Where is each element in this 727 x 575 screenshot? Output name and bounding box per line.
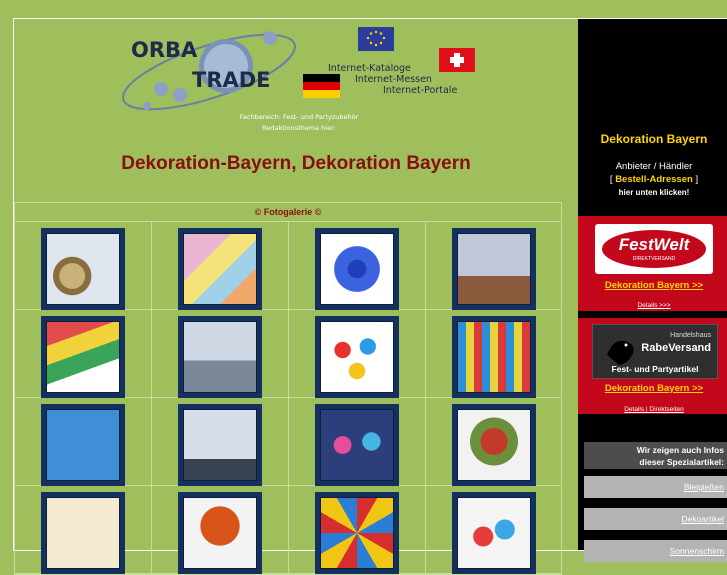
product-photo: [183, 233, 257, 305]
gallery-thumb-candle-arrangement[interactable]: [178, 316, 262, 398]
tagline-kataloge: Internet-Kataloge: [328, 63, 411, 74]
gallery-thumb-party-decoration[interactable]: [315, 404, 399, 486]
gallery-cell: [15, 398, 152, 486]
page: ORBA TRADE Internet-Kataloge Internet-Me…: [4, 4, 727, 575]
gallery-thumb-glass-vases[interactable]: [41, 228, 125, 310]
product-photo: [457, 233, 531, 305]
gallery-thumb-champagne-glasses[interactable]: [41, 492, 125, 574]
rabe-brand-sub: Fest- und Partyartikel: [612, 364, 699, 374]
gallery-thumb-tissue-paper-colors[interactable]: [178, 228, 262, 310]
sidebar-sub-bestell: [ Bestell-Adressen ]: [578, 173, 727, 186]
orba-trade-logo[interactable]: ORBA TRADE: [114, 21, 324, 123]
main-column: ORBA TRADE Internet-Kataloge Internet-Me…: [14, 19, 578, 575]
gallery-cell: [152, 398, 289, 486]
sidebar-sub-click: hier unten klicken!: [618, 188, 690, 197]
content-frame: ORBA TRADE Internet-Kataloge Internet-Me…: [13, 18, 727, 575]
product-photo: [457, 409, 531, 481]
logo-word-trade: TRADE: [192, 68, 271, 92]
gallery-thumb-champagne-bottles[interactable]: [41, 404, 125, 486]
gallery-cell: [426, 398, 561, 486]
gallery-grid: [15, 222, 561, 574]
bestell-adressen-link[interactable]: Bestell-Adressen: [615, 174, 693, 185]
festwelt-promo: FestWelt DIREKTVERSAND Dekoration Bayern…: [578, 216, 727, 311]
rabe-dekoration-link[interactable]: Dekoration Bayern >>: [605, 383, 703, 394]
gallery-cell: [289, 398, 426, 486]
product-photo: [320, 409, 394, 481]
header: ORBA TRADE Internet-Kataloge Internet-Me…: [14, 19, 578, 139]
product-photo: [457, 497, 531, 569]
bracket-open: [: [609, 174, 613, 185]
rabeversand-logo[interactable]: Handelshaus RabeVersand Fest- und Partya…: [592, 324, 718, 379]
festwelt-details-wrap: Details >>>: [578, 294, 727, 312]
rabe-brand: RabeVersand: [641, 342, 711, 354]
gallery-cell: [426, 222, 561, 310]
rabe-details-link[interactable]: Details | Direktseiten: [624, 406, 684, 413]
gallery-thumb-crepe-paper-rolls[interactable]: [41, 316, 125, 398]
gallery-cell: [152, 310, 289, 398]
gallery-thumb-blue-paper-fan[interactable]: [315, 228, 399, 310]
festwelt-logo[interactable]: FestWelt DIREKTVERSAND: [595, 224, 713, 274]
info-line-2: dieser Spezialartikel:: [639, 457, 724, 467]
gallery-thumb-paper-garland[interactable]: [452, 316, 536, 398]
rabeversand-promo: Handelshaus RabeVersand Fest- und Partya…: [578, 318, 727, 414]
note-fachbereich: Fachbereich: Fest- und Partyzubehör: [239, 113, 359, 121]
gallery-cell: [289, 486, 426, 574]
taglines: Internet-Kataloge Internet-Messen Intern…: [326, 63, 457, 96]
dekoartikel-button[interactable]: Dekoartikel: [584, 508, 727, 530]
product-photo: [320, 497, 394, 569]
bleigiessen-button[interactable]: Bleigießen: [584, 476, 727, 498]
product-photo: [183, 497, 257, 569]
gallery-cell: [15, 222, 152, 310]
sidebar-intro: Anbieter / Händler [ Bestell-Adressen ] …: [578, 160, 727, 199]
gallery-thumb-candle-holder[interactable]: [452, 228, 536, 310]
gallery-cell: [289, 310, 426, 398]
gallery-cell: [15, 486, 152, 574]
gallery-thumb-party-balloons[interactable]: [315, 316, 399, 398]
gallery-cell: [152, 222, 289, 310]
rabe-details-wrap: Details | Direktseiten: [578, 398, 727, 416]
photo-gallery: © Fotogalerie ©: [14, 202, 562, 575]
gallery-thumb-red-candles[interactable]: [452, 404, 536, 486]
rabe-link-wrap: Dekoration Bayern >>: [578, 378, 727, 396]
product-photo: [46, 233, 120, 305]
sidebar-heading: Dekoration Bayern: [600, 132, 708, 146]
gallery-thumb-flower-arrangement[interactable]: [178, 492, 262, 574]
gallery-thumb-glass-vase-stones[interactable]: [178, 404, 262, 486]
product-photo: [457, 321, 531, 393]
festwelt-brand-sub: DIREKTVERSAND: [633, 256, 676, 262]
bracket-close: ]: [695, 174, 699, 185]
rabe-brand-top: Handelshaus: [670, 332, 711, 339]
gallery-cell: [426, 486, 561, 574]
festwelt-brand: FestWelt: [619, 235, 691, 254]
logo-word-orba: ORBA: [131, 38, 198, 62]
product-photo: [46, 321, 120, 393]
gallery-cell: [426, 310, 561, 398]
gallery-thumb-paper-plates[interactable]: [452, 492, 536, 574]
header-notes: Fachbereich: Fest- und Partyzubehör Reda…: [224, 112, 374, 134]
product-photo: [183, 409, 257, 481]
note-redaktion: Redaktionsthema hier:: [262, 124, 336, 132]
special-items-info: Wir zeigen auch Infos dieser Spezialarti…: [584, 442, 727, 469]
gallery-cell: [15, 310, 152, 398]
product-photo: [46, 497, 120, 569]
tagline-portale: Internet-Portale: [383, 85, 458, 96]
sidebar-sub-anbieter: Anbieter / Händler: [615, 161, 693, 172]
sidebar: Dekoration Bayern Anbieter / Händler [ B…: [578, 19, 727, 562]
tagline-messen: Internet-Messen: [355, 74, 432, 85]
page-title: Dekoration-Bayern, Dekoration Bayern: [121, 153, 471, 174]
eu-flag-icon[interactable]: [358, 27, 394, 51]
sonnenschirm-button[interactable]: Sonnenschirm: [584, 540, 727, 562]
festwelt-details-link[interactable]: Details >>>: [637, 302, 670, 309]
festwelt-link-wrap: Dekoration Bayern >>: [578, 275, 727, 293]
gallery-cell: [289, 222, 426, 310]
festwelt-dekoration-link[interactable]: Dekoration Bayern >>: [605, 280, 703, 291]
info-line-1: Wir zeigen auch Infos: [636, 445, 724, 455]
product-photo: [320, 321, 394, 393]
gallery-cell: [152, 486, 289, 574]
gallery-heading: © Fotogalerie ©: [15, 203, 561, 222]
product-photo: [46, 409, 120, 481]
product-photo: [320, 233, 394, 305]
gallery-thumb-colorful-fans[interactable]: [315, 492, 399, 574]
product-photo: [183, 321, 257, 393]
